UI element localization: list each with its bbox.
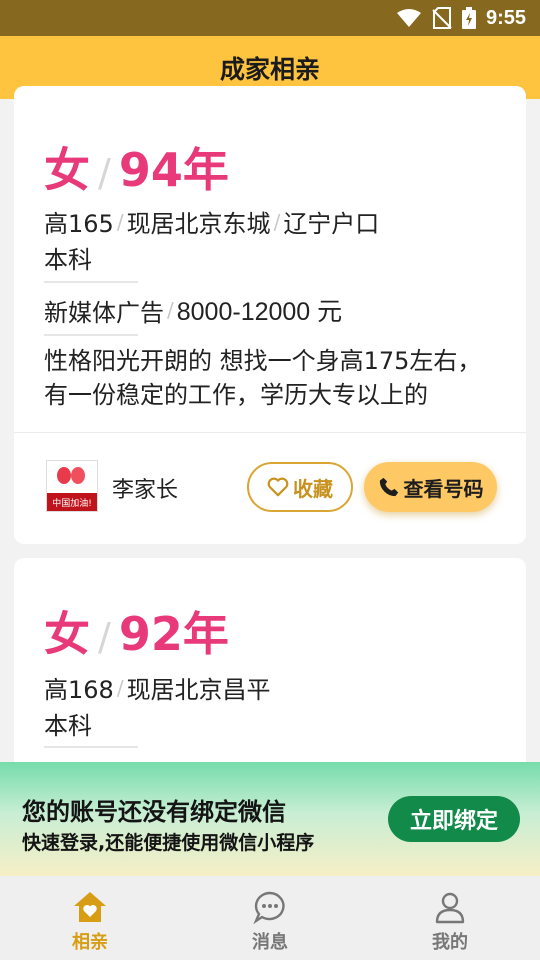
profile-headline: 女 / 92年 [44,598,229,664]
view-phone-button[interactable]: 查看号码 [364,462,497,512]
parent-name: 李家长 [112,478,179,503]
intro-text: 性格阳光开朗的 想找一个身高175左右，有一份稳定的工作，学历大专以上的 [44,347,482,409]
tab-label: 相亲 [72,932,108,953]
job-text: 新媒体广告 [44,298,164,327]
divider [44,746,138,748]
avatar-caption: 中国加油! [47,493,97,511]
separator: / [116,209,124,234]
job-info: 新媒体广告 / 8000-12000 元 [44,292,342,328]
basic-info: 高165 / 现居北京东城 / 辽宁户口 [44,204,379,239]
home-heart-icon [74,892,106,922]
birth-year: 92年 [118,607,229,661]
education-text: 本科 [44,712,92,740]
user-icon [435,892,465,924]
tab-label: 我的 [432,932,468,953]
wifi-icon [396,9,421,27]
tab-profile[interactable]: 我的 [360,876,540,960]
chat-bubble-icon [253,891,285,924]
tab-dating[interactable]: 相亲 [0,876,180,960]
basic-info: 高168 / 现居北京昌平 [44,670,271,705]
height-text: 高168 [44,676,114,704]
bind-title: 您的账号还没有绑定微信 [22,797,286,826]
education-info: 本科 [44,240,92,275]
divider [44,281,138,283]
separator: / [116,675,124,700]
view-phone-label: 查看号码 [403,476,484,501]
no-sim-icon [432,7,452,29]
bind-now-button[interactable]: 立即绑定 [388,796,520,842]
residence-text: 现居北京东城 [126,210,271,238]
balloon-shape [71,467,85,484]
status-bar: 9:55 [0,0,540,36]
tab-messages[interactable]: 消息 [180,876,360,960]
heart-icon [267,477,289,497]
separator: / [273,209,281,234]
favorite-label: 收藏 [293,476,333,501]
divider [14,432,526,433]
status-time: 9:55 [485,6,526,29]
education-info: 本科 [44,706,92,741]
height-text: 高165 [44,210,114,238]
profile-card[interactable]: 女 / 94年 高165 / 现居北京东城 / 辽宁户口 本科 新媒体广告 / … [14,86,526,544]
avatar[interactable]: 中国加油! [46,460,98,512]
hukou-text: 辽宁户口 [283,210,380,238]
bind-subtitle: 快速登录,还能便捷使用微信小程序 [22,832,315,854]
profile-headline: 女 / 94年 [44,134,229,200]
gender-label: 女 [44,607,90,661]
separator: / [98,615,111,659]
separator: / [167,298,174,322]
education-text: 本科 [44,246,92,274]
page-title: 成家相亲 [219,54,320,84]
salary-text: 8000-12000 元 [176,298,343,326]
birth-year: 94年 [118,143,229,197]
tab-label: 消息 [252,932,288,953]
divider [44,334,138,336]
battery-icon [461,7,476,29]
residence-text: 现居北京昌平 [126,676,271,704]
favorite-button[interactable]: 收藏 [247,462,353,512]
wechat-bind-banner: 您的账号还没有绑定微信 快速登录,还能便捷使用微信小程序 立即绑定 [0,762,540,876]
separator: / [98,151,111,195]
balloon-shape [57,467,71,484]
bottom-tab-bar: 相亲 消息 我的 [0,876,540,960]
phone-icon [379,477,398,497]
gender-label: 女 [44,143,90,197]
